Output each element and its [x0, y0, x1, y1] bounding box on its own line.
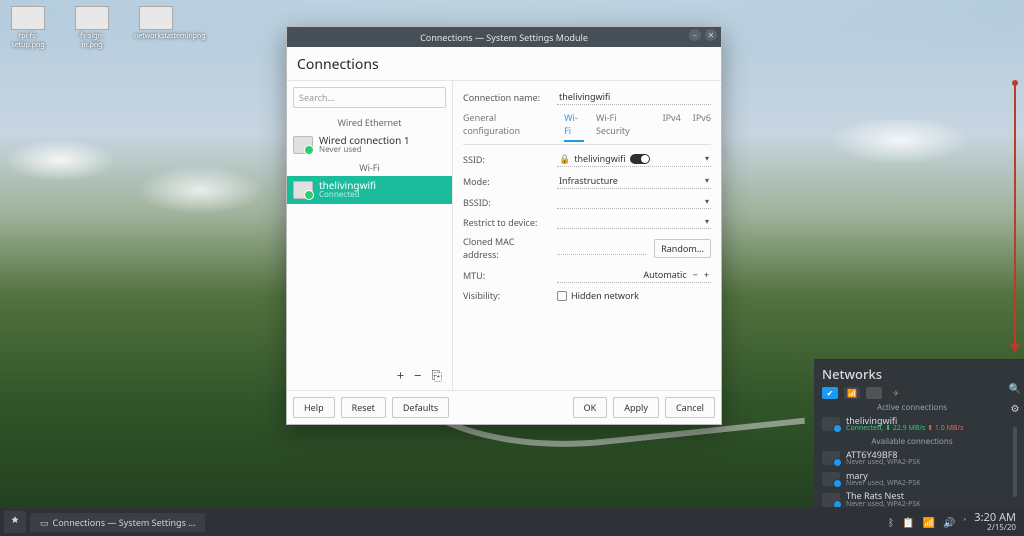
lock-icon: 🔒	[559, 152, 570, 165]
tray-network-icon[interactable]: 📶	[923, 515, 935, 529]
desktop-icon[interactable]: fs-sign-in.png	[70, 6, 114, 50]
minimize-button[interactable]: –	[689, 29, 701, 41]
defaults-button[interactable]: Defaults	[392, 397, 449, 418]
window-titlebar[interactable]: Connections — System Settings Module – ✕	[287, 27, 721, 47]
settings-icon: ▭	[40, 516, 49, 529]
network-item[interactable]: ATT6Y49BF8Never used, WPA2-PSK	[822, 448, 1002, 469]
page-title: Connections	[287, 47, 721, 80]
taskbar-clock[interactable]: 3:20 AM 2/15/20	[974, 512, 1016, 532]
window-title: Connections — System Settings Module	[420, 31, 588, 44]
desktop-icons: rpi-fs-setup.png fs-sign-in.png networks…	[6, 6, 178, 50]
network-item[interactable]: The Rats NestNever used, WPA2-PSK	[822, 489, 1002, 507]
wired-toggle[interactable]: ✔	[822, 387, 838, 399]
ssid-field[interactable]: 🔒 thelivingwifi ▾	[557, 151, 711, 167]
network-item[interactable]: maryNever used, WPA2-PSK	[822, 469, 1002, 490]
window-footer: Help Reset Defaults OK Apply Cancel	[287, 390, 721, 424]
chevron-down-icon[interactable]: ▾	[705, 153, 709, 164]
desktop-icon[interactable]: networkstatteminpng	[134, 6, 178, 50]
export-connection-button[interactable]: ⎘	[432, 366, 442, 384]
popup-search-icon[interactable]: 🔍	[1009, 381, 1021, 395]
ok-button[interactable]: OK	[573, 397, 608, 418]
tab-ipv6[interactable]: IPv6	[693, 111, 711, 142]
search-input[interactable]: Search...	[293, 87, 446, 108]
tab-wifi[interactable]: Wi-Fi	[564, 111, 584, 142]
group-wired-label: Wired Ethernet	[287, 114, 452, 131]
reset-button[interactable]: Reset	[341, 397, 386, 418]
desktop-icon[interactable]: rpi-fs-setup.png	[6, 6, 50, 50]
mac-random-button[interactable]: Random...	[654, 239, 711, 258]
annotation-arrow	[1014, 83, 1016, 351]
bssid-field[interactable]: ▾	[557, 195, 711, 209]
cancel-button[interactable]: Cancel	[665, 397, 715, 418]
mtu-increment[interactable]: +	[704, 268, 709, 281]
conn-name-label: Connection name:	[463, 91, 549, 104]
airplane-toggle[interactable]: ✈	[888, 387, 904, 399]
tab-wifi-security[interactable]: Wi-Fi Security	[596, 111, 651, 142]
settings-window: Connections — System Settings Module – ✕…	[286, 26, 722, 425]
mtu-decrement[interactable]: −	[693, 268, 698, 281]
connection-item-wired[interactable]: Wired connection 1Never used	[287, 131, 452, 159]
connection-list-pane: Search... Wired Ethernet Wired connectio…	[287, 81, 453, 390]
apply-button[interactable]: Apply	[613, 397, 659, 418]
connection-form-pane: Connection name: thelivingwifi General c…	[453, 81, 721, 390]
hidden-network-checkbox[interactable]: Hidden network	[557, 289, 639, 302]
taskbar-app[interactable]: ▭ Connections — System Settings ...	[30, 513, 205, 532]
remove-connection-button[interactable]: −	[414, 366, 421, 384]
cloned-mac-field[interactable]	[557, 241, 646, 255]
bluetooth-toggle[interactable]	[866, 387, 882, 399]
available-section-label: Available connections	[822, 435, 1002, 448]
popup-settings-icon[interactable]: ⚙	[1011, 401, 1020, 415]
networks-popup: Networks ✔ 📶 ✈ Active connections theliv…	[814, 359, 1024, 507]
help-button[interactable]: Help	[293, 397, 335, 418]
taskbar: ▭ Connections — System Settings ... ᛒ 📋 …	[0, 508, 1024, 536]
close-button[interactable]: ✕	[705, 29, 717, 41]
mtu-field[interactable]: Automatic − +	[557, 267, 711, 283]
wifi-icon	[822, 417, 840, 431]
popup-scrollbar[interactable]	[1013, 427, 1017, 497]
popup-title: Networks	[822, 365, 1002, 383]
add-connection-button[interactable]: +	[397, 366, 404, 384]
group-wifi-label: Wi-Fi	[287, 159, 452, 176]
tray-bluetooth-icon[interactable]: ᛒ	[888, 515, 894, 529]
tab-general[interactable]: General configuration	[463, 111, 552, 142]
tab-ipv4[interactable]: IPv4	[663, 111, 681, 142]
network-item-active[interactable]: thelivingwifi Connected, ⬇ 22.9 MB/s ⬆ 1…	[822, 414, 1002, 435]
tray-clipboard-icon[interactable]: 📋	[902, 515, 914, 529]
tray-chevron-up-icon[interactable]: ˄	[963, 515, 966, 529]
ethernet-icon	[293, 136, 313, 154]
form-tabs: General configuration Wi-Fi Wi-Fi Securi…	[463, 111, 711, 145]
mode-field[interactable]: Infrastructure▾	[557, 173, 711, 189]
wifi-icon	[293, 181, 313, 199]
tray-volume-icon[interactable]: 🔊	[943, 515, 955, 529]
connection-item-wifi-selected[interactable]: thelivingwifiConnected	[287, 176, 452, 204]
start-button[interactable]	[4, 511, 26, 533]
kde-logo-icon	[8, 515, 22, 529]
active-section-label: Active connections	[822, 401, 1002, 414]
conn-name-field[interactable]: thelivingwifi	[557, 89, 711, 105]
ssid-visibility-toggle[interactable]	[630, 154, 650, 164]
wifi-toggle[interactable]: 📶	[844, 387, 860, 399]
restrict-device-field[interactable]: ▾	[557, 215, 711, 229]
